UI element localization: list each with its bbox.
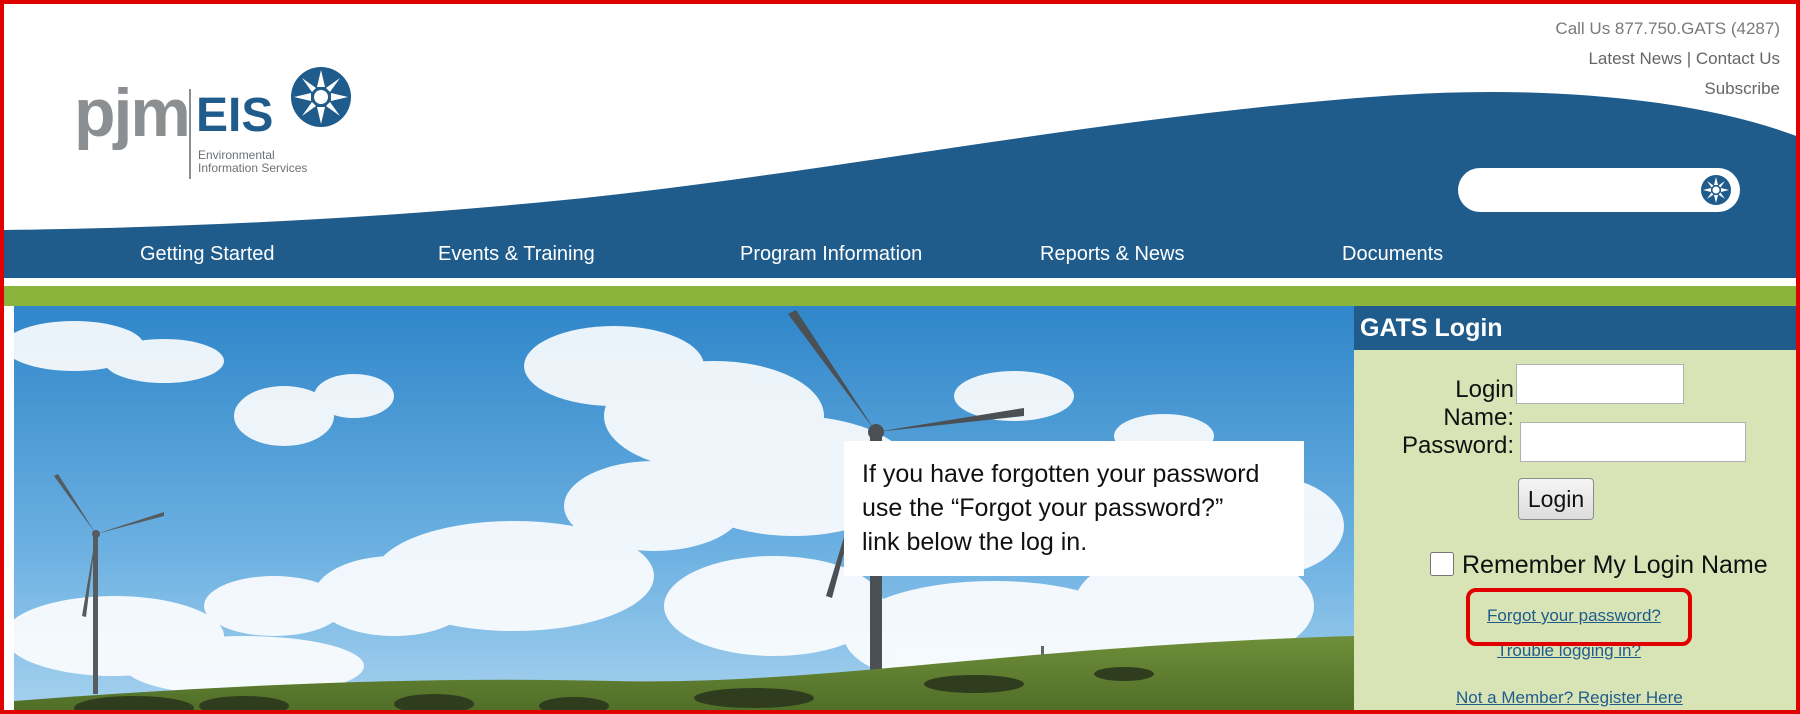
sun-burst-icon — [291, 67, 351, 127]
logo-eis-text: EIS — [196, 89, 274, 142]
contact-us-link[interactable]: Contact Us — [1696, 49, 1780, 68]
nav-separator-strip — [4, 278, 1796, 286]
callout-line-2: use the “Forgot your password?” — [862, 494, 1224, 522]
remember-login-checkbox[interactable] — [1430, 552, 1454, 576]
login-name-label: Login Name: — [1443, 376, 1514, 431]
nav-item-getting-started[interactable]: Getting Started — [140, 230, 275, 278]
search-sun-icon[interactable] — [1700, 174, 1732, 206]
forgot-password-highlight — [1466, 588, 1692, 646]
call-us-text: Call Us 877.750.GATS (4287) — [1555, 19, 1780, 38]
callout-line-3: link below the log in. — [862, 528, 1088, 556]
login-panel-title: GATS Login — [1354, 306, 1796, 350]
nav-item-events-training[interactable]: Events & Training — [438, 230, 595, 278]
gats-login-panel: GATS Login Login Name: Password: Login R… — [1354, 306, 1796, 710]
logo-subtitle-line2: Information Services — [198, 161, 308, 175]
green-accent-bar — [4, 286, 1796, 306]
top-links: Call Us 877.750.GATS (4287) Latest News … — [1555, 14, 1780, 104]
callout-line-1: If you have forgotten your password — [862, 460, 1260, 488]
logo-pjm-text: pjm — [74, 75, 191, 151]
instruction-callout: If you have forgotten your password use … — [844, 441, 1304, 576]
latest-news-link[interactable]: Latest News — [1588, 49, 1682, 68]
nav-item-program-information[interactable]: Program Information — [740, 230, 922, 278]
logo-divider — [189, 89, 191, 179]
logo-subtitle: Environmental Information Services — [198, 149, 328, 175]
nav-item-reports-news[interactable]: Reports & News — [1040, 230, 1185, 278]
link-separator: | — [1686, 49, 1692, 68]
pjm-eis-logo[interactable]: pjm EIS Environmental Information Servic… — [74, 59, 374, 189]
news-contact-row: Latest News | Contact Us — [1555, 44, 1780, 74]
login-button[interactable]: Login — [1518, 478, 1594, 520]
remember-login-label: Remember My Login Name — [1462, 551, 1768, 579]
search-box — [1458, 168, 1740, 212]
password-label: Password: — [1401, 432, 1514, 459]
nav-item-documents[interactable]: Documents — [1342, 230, 1443, 278]
login-name-input[interactable] — [1516, 364, 1684, 404]
main-nav: Getting Started Events & Training Progra… — [4, 230, 1796, 278]
page-frame: pjm EIS Environmental Information Servic… — [0, 0, 1800, 714]
search-input[interactable] — [1476, 174, 1680, 206]
register-link[interactable]: Not a Member? Register Here — [1456, 688, 1683, 708]
subscribe-link[interactable]: Subscribe — [1704, 79, 1780, 98]
password-input[interactable] — [1520, 422, 1746, 462]
